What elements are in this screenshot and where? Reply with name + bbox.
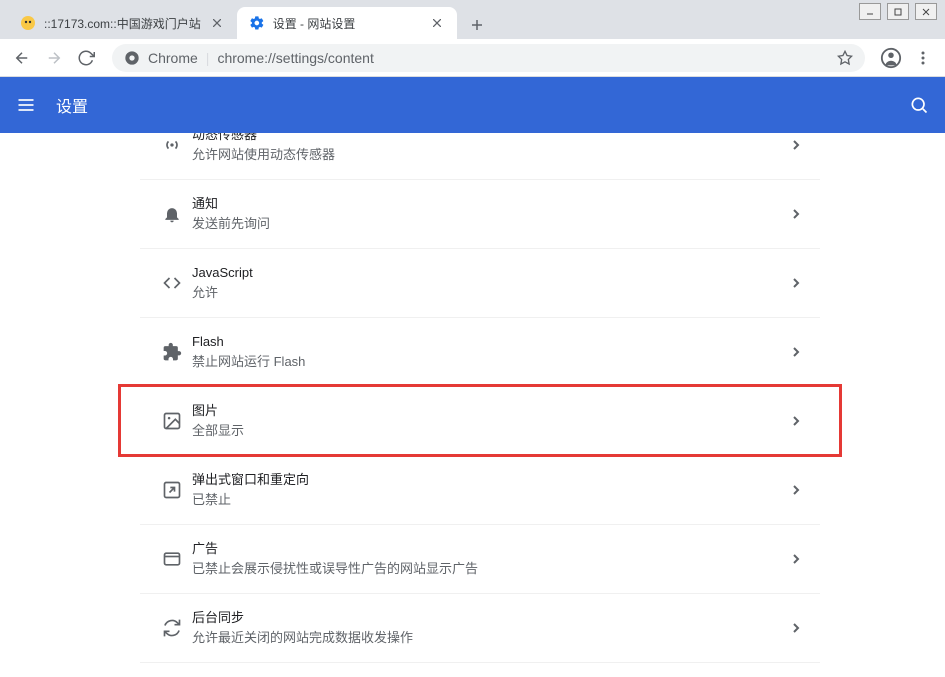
tab-title: 设置 - 网站设置 xyxy=(273,15,421,32)
chevron-right-icon xyxy=(792,139,800,151)
omnibox-url: chrome://settings/content xyxy=(217,50,373,66)
new-tab-button[interactable] xyxy=(463,11,491,39)
ad-icon xyxy=(152,549,192,569)
setting-title: 动态传感器 xyxy=(192,133,792,145)
setting-subtitle: 全部显示 xyxy=(192,421,792,441)
setting-row-bell[interactable]: 通知发送前先询问 xyxy=(140,179,820,248)
setting-subtitle: 已禁止会展示侵扰性或误导性广告的网站显示广告 xyxy=(192,559,792,579)
setting-row-image[interactable]: 图片全部显示 xyxy=(140,386,820,455)
setting-subtitle: 允许 xyxy=(192,283,792,303)
setting-row-ad[interactable]: 广告已禁止会展示侵扰性或误导性广告的网站显示广告 xyxy=(140,524,820,593)
setting-subtitle: 禁止网站运行 Flash xyxy=(192,352,792,372)
setting-title: 弹出式窗口和重定向 xyxy=(192,470,792,490)
chevron-right-icon xyxy=(792,484,800,496)
setting-subtitle: 已禁止 xyxy=(192,490,792,510)
hamburger-icon[interactable] xyxy=(16,95,36,115)
extension-icon xyxy=(152,342,192,362)
forward-button[interactable] xyxy=(40,44,68,72)
setting-subtitle: 发送前先询问 xyxy=(192,214,792,234)
setting-row-sensor[interactable]: 动态传感器允许网站使用动态传感器 xyxy=(140,133,820,179)
chevron-right-icon xyxy=(792,622,800,634)
reload-button[interactable] xyxy=(72,44,100,72)
image-icon xyxy=(152,411,192,431)
sensor-icon xyxy=(152,135,192,155)
chrome-icon xyxy=(124,50,140,66)
back-button[interactable] xyxy=(8,44,36,72)
tab-17173[interactable]: ::17173.com::中国游戏门户站 xyxy=(8,7,237,39)
window-maximize[interactable] xyxy=(887,3,909,20)
setting-row-sync[interactable]: 后台同步允许最近关闭的网站完成数据收发操作 xyxy=(140,593,820,662)
menu-button[interactable] xyxy=(909,44,937,72)
chevron-right-icon xyxy=(792,208,800,220)
window-minimize[interactable] xyxy=(859,3,881,20)
setting-title: 广告 xyxy=(192,539,792,559)
setting-title: Flash xyxy=(192,332,792,352)
setting-title: JavaScript xyxy=(192,263,792,283)
profile-button[interactable] xyxy=(877,44,905,72)
favicon-17173 xyxy=(20,15,36,31)
chevron-right-icon xyxy=(792,415,800,427)
settings-list: 动态传感器允许网站使用动态传感器通知发送前先询问JavaScript允许Flas… xyxy=(140,133,820,677)
setting-subtitle: 允许最近关闭的网站完成数据收发操作 xyxy=(192,628,792,648)
setting-subtitle: 允许网站使用动态传感器 xyxy=(192,145,792,165)
setting-row-code[interactable]: JavaScript允许 xyxy=(140,248,820,317)
chevron-right-icon xyxy=(792,346,800,358)
tab-settings[interactable]: 设置 - 网站设置 xyxy=(237,7,457,39)
setting-title: 图片 xyxy=(192,401,792,421)
setting-row-popup[interactable]: 弹出式窗口和重定向已禁止 xyxy=(140,455,820,524)
tab-strip: ::17173.com::中国游戏门户站 设置 - 网站设置 xyxy=(0,0,945,39)
tab-close-icon[interactable] xyxy=(429,15,445,31)
bookmark-star-icon[interactable] xyxy=(837,50,853,66)
setting-row-extension[interactable]: Flash禁止网站运行 Flash xyxy=(140,317,820,386)
settings-header: 设置 xyxy=(0,77,945,133)
setting-title: 通知 xyxy=(192,194,792,214)
chevron-right-icon xyxy=(792,553,800,565)
omnibox[interactable]: Chrome | chrome://settings/content xyxy=(112,44,865,72)
setting-row-sound[interactable]: 声音允许网站播放声音 xyxy=(140,662,820,677)
tab-close-icon[interactable] xyxy=(209,15,225,31)
window-close[interactable] xyxy=(915,3,937,20)
page-title: 设置 xyxy=(56,93,88,117)
tab-title: ::17173.com::中国游戏门户站 xyxy=(44,15,201,32)
search-icon[interactable] xyxy=(909,95,929,115)
code-icon xyxy=(152,273,192,293)
bell-icon xyxy=(152,204,192,224)
popup-icon xyxy=(152,480,192,500)
setting-title: 后台同步 xyxy=(192,608,792,628)
origin-label: Chrome xyxy=(148,50,198,66)
favicon-gear-icon xyxy=(249,15,265,31)
sync-icon xyxy=(152,618,192,638)
toolbar: Chrome | chrome://settings/content xyxy=(0,39,945,77)
chevron-right-icon xyxy=(792,277,800,289)
